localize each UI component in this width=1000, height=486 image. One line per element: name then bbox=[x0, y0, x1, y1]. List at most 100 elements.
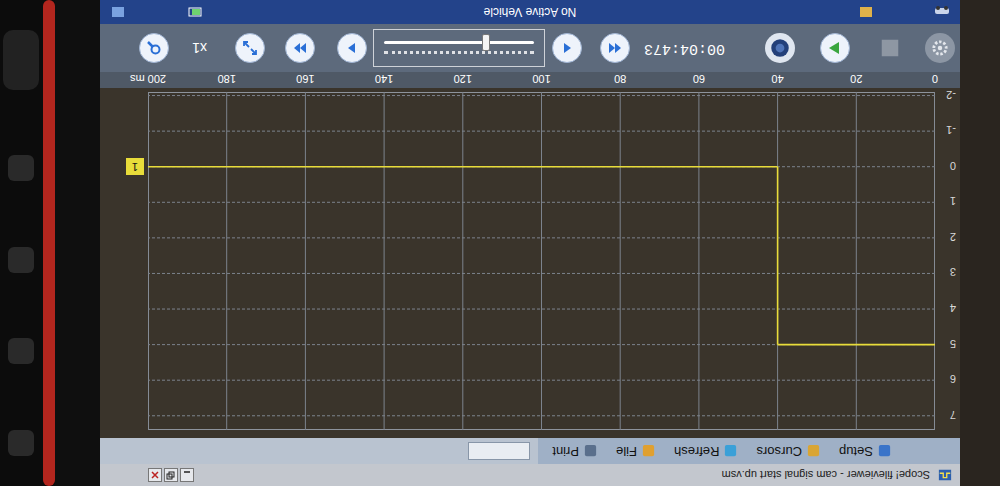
grid-line bbox=[148, 273, 935, 274]
slider-track[interactable] bbox=[384, 42, 534, 45]
restore-button[interactable] bbox=[164, 468, 178, 482]
hard-button[interactable] bbox=[9, 339, 35, 365]
slider-ticks bbox=[384, 51, 534, 55]
button-column bbox=[0, 0, 43, 486]
menu-label: Print bbox=[552, 441, 579, 461]
hard-button[interactable] bbox=[9, 247, 35, 273]
trace-segment bbox=[148, 166, 778, 168]
grid-line bbox=[148, 380, 935, 381]
hard-button[interactable] bbox=[9, 156, 35, 182]
grid-line bbox=[698, 92, 699, 430]
scope-plot bbox=[148, 92, 935, 430]
x-tick-label: 60 bbox=[693, 71, 705, 88]
step-forward-icon bbox=[344, 40, 360, 56]
battery-icon bbox=[186, 5, 202, 19]
y-tick-label: 1 bbox=[950, 193, 956, 210]
y-tick-label: -2 bbox=[946, 86, 956, 103]
icon-shape bbox=[585, 445, 596, 456]
trace-segment bbox=[778, 344, 935, 346]
grid-line bbox=[148, 166, 935, 167]
x-tick-label: 80 bbox=[614, 71, 626, 88]
device-bezel bbox=[0, 0, 100, 486]
menu-bar: Setup Cursors Refresh File Print bbox=[100, 438, 960, 464]
skip-forward-button[interactable] bbox=[285, 33, 315, 63]
y-tick-label: 5 bbox=[950, 335, 956, 352]
skip-back-button[interactable] bbox=[600, 33, 630, 63]
y-tick-label: 3 bbox=[950, 264, 956, 281]
grid-line bbox=[148, 237, 935, 238]
step-forward-button[interactable] bbox=[337, 33, 367, 63]
record-button[interactable] bbox=[765, 33, 795, 63]
frame-edge bbox=[960, 0, 1000, 486]
scanner-photo: Scope! fileviewer - cam signal start up.… bbox=[0, 0, 1000, 486]
y-tick-label: 6 bbox=[950, 371, 956, 388]
menu-label: Setup bbox=[839, 441, 873, 461]
grid-line bbox=[148, 131, 935, 132]
grid-line bbox=[541, 92, 542, 430]
x-tick-label: 160 bbox=[296, 71, 314, 88]
magnifier-icon bbox=[146, 40, 162, 56]
zoom-button[interactable] bbox=[139, 33, 169, 63]
grid-line bbox=[935, 92, 936, 430]
hard-button[interactable] bbox=[9, 430, 35, 456]
grid-line bbox=[148, 415, 935, 416]
close-icon bbox=[150, 470, 160, 480]
red-housing-edge bbox=[43, 0, 55, 486]
vehicle-icon bbox=[934, 5, 950, 19]
grid-line bbox=[462, 92, 463, 430]
x-tick-label: 100 bbox=[532, 71, 550, 88]
network-icon bbox=[110, 5, 126, 19]
status-bar: No Active Vehicle bbox=[100, 0, 960, 24]
menu-items: Setup Cursors Refresh File Print bbox=[538, 438, 960, 464]
grid-line bbox=[148, 309, 935, 310]
x-tick-label: 0 bbox=[932, 71, 938, 88]
grid-line bbox=[620, 92, 621, 430]
expand-icon bbox=[242, 40, 258, 56]
position-slider[interactable] bbox=[373, 29, 545, 67]
folder-icon bbox=[641, 444, 656, 459]
menu-field[interactable] bbox=[468, 442, 530, 460]
expand-button[interactable] bbox=[235, 33, 265, 63]
stop-button[interactable] bbox=[875, 33, 905, 63]
grid-line bbox=[148, 202, 935, 203]
scope-screen: Scope! fileviewer - cam signal start up.… bbox=[100, 0, 960, 486]
menu-label: Refresh bbox=[674, 441, 720, 461]
menu-item[interactable]: Print bbox=[546, 438, 604, 464]
cursor-icon bbox=[806, 444, 821, 459]
tools-icon bbox=[877, 444, 892, 459]
minimize-icon bbox=[182, 470, 192, 480]
time-axis: 020406080100120140160180200 ms bbox=[100, 72, 960, 88]
menu-item[interactable]: Refresh bbox=[668, 438, 745, 464]
playback-toolbar: 00:04:473 x1 bbox=[100, 24, 960, 72]
close-button[interactable] bbox=[148, 468, 162, 482]
menu-item[interactable]: Cursors bbox=[751, 438, 828, 464]
x-tick-label: 40 bbox=[771, 71, 783, 88]
tool-icon bbox=[858, 5, 874, 19]
menu-item[interactable]: File bbox=[610, 438, 662, 464]
menu-item[interactable]: Setup bbox=[833, 438, 898, 464]
time-readout: 00:04:473 bbox=[630, 37, 725, 60]
play-button[interactable] bbox=[820, 33, 850, 63]
direction-pad[interactable] bbox=[4, 30, 40, 90]
y-tick-label: 2 bbox=[950, 228, 956, 245]
play-icon bbox=[827, 40, 843, 56]
minimize-button[interactable] bbox=[180, 468, 194, 482]
restore-icon bbox=[166, 470, 176, 480]
y-tick-label: 7 bbox=[950, 406, 956, 423]
grid-line bbox=[856, 92, 857, 430]
grid-line bbox=[148, 95, 935, 96]
trace-segment bbox=[777, 167, 779, 345]
skip-back-icon bbox=[607, 40, 623, 56]
channel-marker: 1 bbox=[126, 158, 144, 175]
step-back-button[interactable] bbox=[552, 33, 582, 63]
slider-knob[interactable] bbox=[482, 35, 490, 52]
menu-label: File bbox=[616, 441, 637, 461]
record-icon bbox=[770, 38, 790, 58]
grid-line bbox=[148, 344, 935, 345]
window-controls bbox=[148, 468, 194, 482]
x-tick-label: 120 bbox=[454, 71, 472, 88]
x-tick-label: 180 bbox=[218, 71, 236, 88]
icon-shape bbox=[643, 445, 654, 456]
title-bar: Scope! fileviewer - cam signal start up.… bbox=[100, 464, 960, 486]
settings-button[interactable] bbox=[925, 33, 955, 63]
